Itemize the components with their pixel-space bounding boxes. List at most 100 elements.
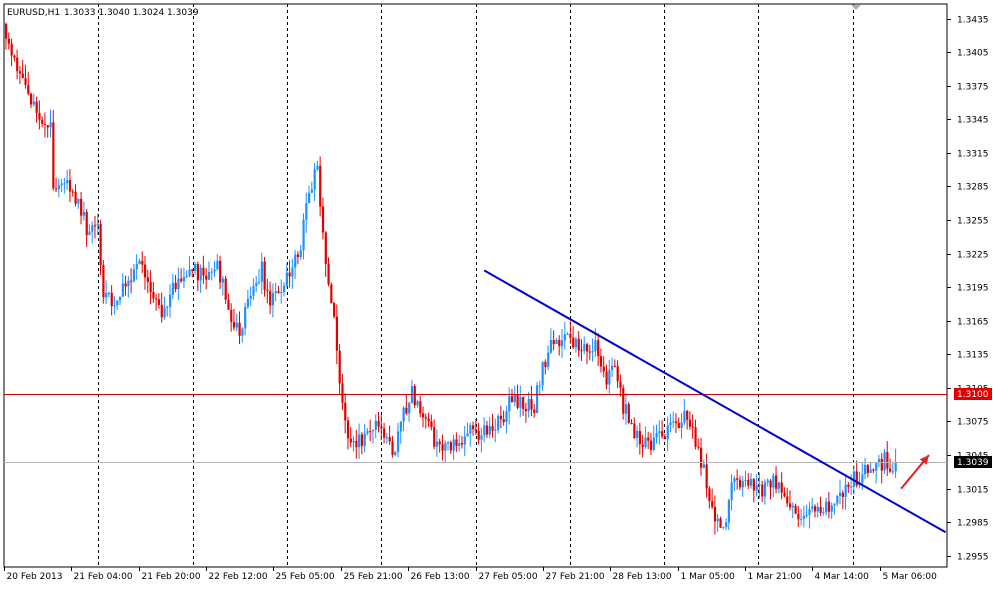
bear-candle [405, 407, 408, 414]
bull-candle [672, 421, 675, 423]
bear-candle [327, 263, 330, 285]
bear-candle [552, 340, 555, 345]
bear-candle [30, 93, 33, 105]
bear-candle [455, 439, 458, 446]
bear-candle [422, 413, 425, 418]
bull-candle [644, 437, 647, 448]
bull-candle [294, 254, 297, 268]
bear-candle [769, 480, 772, 488]
bear-candle [102, 265, 105, 298]
bull-candle [741, 481, 744, 488]
bear-candle [524, 409, 528, 412]
bull-candle [96, 223, 99, 226]
bull-candle [458, 443, 461, 446]
price-chart[interactable]: 1.3435 1.3405 1.3375 1.3345 1.3315 1.3285 1.32… [0, 0, 993, 585]
bull-candle [527, 399, 530, 412]
bear-candle [586, 344, 589, 352]
bull-candle [444, 443, 447, 451]
chart-svg[interactable]: 1.3435 1.3405 1.3375 1.3345 1.3315 1.3285 1.32… [0, 0, 993, 585]
bear-candle [719, 518, 722, 528]
bull-candle [252, 285, 255, 296]
bull-candle [402, 407, 405, 422]
bear-candle [383, 428, 386, 438]
bear-candle [360, 434, 364, 446]
bear-candle [16, 57, 19, 72]
bull-candle [772, 475, 775, 488]
bear-candle [344, 402, 347, 421]
bear-candle [346, 420, 350, 439]
bull-candle [194, 263, 197, 271]
bear-candle [510, 396, 514, 403]
bull-candle [566, 333, 569, 335]
bull-candle [891, 471, 895, 473]
bear-candle [110, 292, 113, 307]
chart-symbol: EURUSD,H1 [7, 8, 60, 18]
level-price-badge-label: 1.3100 [957, 390, 989, 400]
bear-candle [477, 430, 480, 440]
bull-candle [505, 411, 508, 423]
bull-candle [113, 305, 116, 307]
bull-candle [680, 422, 683, 428]
bear-candle [544, 361, 547, 367]
bull-candle [825, 501, 828, 513]
bull-candle [257, 281, 261, 283]
bull-candle [652, 437, 655, 450]
x-tick-label: 25 Feb 05:00 [276, 572, 335, 582]
y-tick-label: 1.3225 [957, 251, 989, 261]
bull-candle [869, 469, 872, 473]
bear-candle [558, 339, 561, 347]
bear-candle [288, 272, 291, 277]
bear-candle [130, 280, 133, 282]
bull-candle [313, 169, 316, 190]
bear-candle [99, 223, 102, 266]
bull-candle [758, 484, 761, 486]
bull-candle [452, 439, 455, 451]
bull-candle [244, 306, 247, 329]
bear-candle [341, 383, 344, 403]
bear-candle [797, 513, 800, 520]
bull-candle [305, 203, 308, 220]
bear-candle [380, 426, 383, 429]
bull-candle [830, 505, 833, 512]
x-tick-label: 21 Feb 04:00 [74, 572, 133, 582]
bear-candle [499, 415, 503, 420]
bear-candle [580, 350, 583, 352]
x-axis: 20 Feb 2013 21 Feb 04:00 21 Feb 20:00 22 Fe… [4, 567, 937, 582]
bear-candle [93, 225, 97, 227]
bear-candle [191, 269, 194, 271]
bull-candle [535, 385, 539, 413]
bear-candle [369, 430, 372, 432]
bull-candle [399, 421, 402, 432]
bull-candle [850, 486, 853, 488]
bull-candle [733, 478, 736, 483]
bull-candle [274, 291, 277, 294]
bull-candle [755, 485, 758, 491]
bear-candle [388, 437, 391, 442]
bull-candle [280, 291, 283, 293]
bull-candle [88, 231, 91, 236]
bear-candle [227, 299, 230, 310]
bull-candle [358, 434, 361, 448]
bear-candle [889, 468, 892, 472]
bull-candle [396, 431, 400, 452]
bear-candle [433, 427, 436, 447]
bull-candle [310, 189, 313, 193]
bull-candle [750, 479, 753, 486]
bull-candle [260, 261, 263, 282]
bear-candle [705, 464, 708, 489]
bull-candle [385, 437, 389, 439]
current-price-badge-label: 1.3039 [957, 458, 989, 468]
bear-candle [775, 475, 778, 489]
bull-candle [480, 435, 483, 440]
bull-candle [611, 365, 614, 370]
bear-candle [619, 381, 622, 388]
bear-candle [321, 206, 325, 233]
y-tick-label: 1.2985 [957, 519, 989, 529]
bull-candle [352, 440, 355, 443]
bear-candle [296, 254, 300, 257]
bear-candle [71, 191, 74, 193]
bear-candle [333, 303, 336, 317]
bear-candle [530, 399, 533, 410]
bull-candle [302, 219, 305, 251]
bull-candle [608, 369, 611, 385]
